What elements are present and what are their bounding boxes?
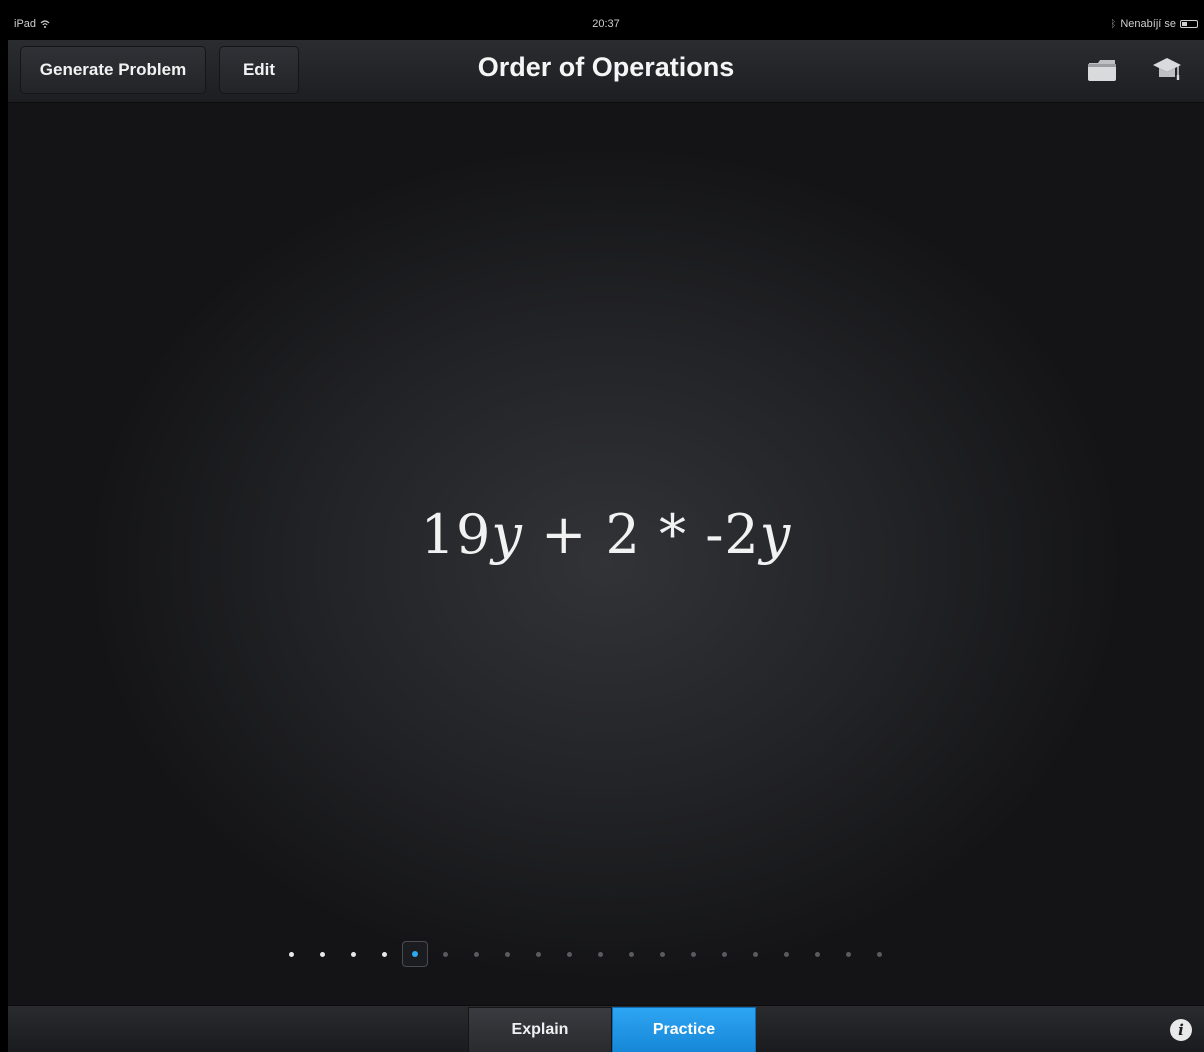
page-dot[interactable] [369, 941, 400, 967]
page-dot[interactable] [616, 941, 647, 967]
page-dot[interactable] [554, 941, 585, 967]
tab-explain[interactable]: Explain [468, 1007, 612, 1052]
dot-marker [815, 951, 820, 957]
dot-marker [660, 951, 665, 957]
page-dot[interactable] [864, 941, 895, 967]
dot-marker [567, 951, 572, 957]
status-time: 20:37 [592, 18, 620, 30]
folder-icon [1088, 60, 1116, 81]
folder-button[interactable] [1085, 54, 1119, 86]
expression-part: -2 [705, 503, 760, 566]
expression-part: 19 [420, 503, 492, 566]
graduation-cap-icon [1153, 58, 1181, 80]
dot-marker [289, 951, 294, 957]
dot-marker [351, 951, 356, 957]
problem-area: 19y + 2 * -2y [8, 103, 1204, 1005]
dot-marker [474, 951, 479, 957]
bluetooth-icon: ᛒ [1110, 18, 1117, 30]
expression-part: 2 [605, 503, 641, 566]
status-bar: iPad 20:37 ᛒ Nenabíjí se [8, 10, 1204, 40]
dot-marker [320, 951, 325, 957]
dot-marker [877, 951, 882, 957]
dot-marker [691, 951, 696, 957]
navigation-bar: Generate Problem Edit Order of Operation… [8, 40, 1204, 103]
battery-icon [1180, 20, 1198, 28]
tab-practice[interactable]: Practice [612, 1007, 756, 1052]
expression-part: y [759, 503, 792, 566]
dot-marker [536, 951, 541, 957]
page-dot[interactable] [276, 941, 307, 967]
page-dot[interactable] [307, 941, 338, 967]
expression-part: y [491, 503, 523, 566]
page-dot[interactable] [647, 941, 678, 967]
dot-marker [505, 951, 510, 957]
dot-marker [846, 951, 851, 957]
page-dot[interactable] [523, 941, 554, 967]
page-dot[interactable] [833, 941, 864, 967]
page-dot-current[interactable] [402, 941, 428, 967]
page-dot[interactable] [492, 941, 523, 967]
page-dot[interactable] [740, 941, 771, 967]
dot-marker [443, 951, 448, 957]
app-screen: iPad 20:37 ᛒ Nenabíjí se Generate Proble… [8, 10, 1204, 1052]
bottom-bar: Explain Practice i [8, 1005, 1204, 1052]
generate-problem-button[interactable]: Generate Problem [20, 46, 206, 94]
learn-button[interactable] [1150, 54, 1184, 86]
page-dot[interactable] [709, 941, 740, 967]
page-dot[interactable] [678, 941, 709, 967]
expression-part: * [640, 503, 706, 566]
dot-marker [629, 951, 634, 957]
page-dot[interactable] [802, 941, 833, 967]
status-right: ᛒ Nenabíjí se [1110, 18, 1198, 30]
dot-marker [412, 951, 418, 957]
charging-status: Nenabíjí se [1120, 18, 1176, 30]
page-dot[interactable] [771, 941, 802, 967]
dot-marker [598, 951, 603, 957]
info-icon[interactable]: i [1170, 1019, 1192, 1041]
dot-marker [753, 951, 758, 957]
math-expression: 19y + 2 * -2y [8, 503, 1204, 566]
page-dot[interactable] [430, 941, 461, 967]
page-dot[interactable] [585, 941, 616, 967]
expression-part: + [522, 503, 606, 566]
page-dot[interactable] [461, 941, 492, 967]
dot-marker [382, 951, 387, 957]
page-indicator[interactable] [276, 941, 895, 967]
dot-marker [722, 951, 727, 957]
page-dot[interactable] [338, 941, 369, 967]
dot-marker [784, 951, 789, 957]
edit-button[interactable]: Edit [219, 46, 299, 94]
